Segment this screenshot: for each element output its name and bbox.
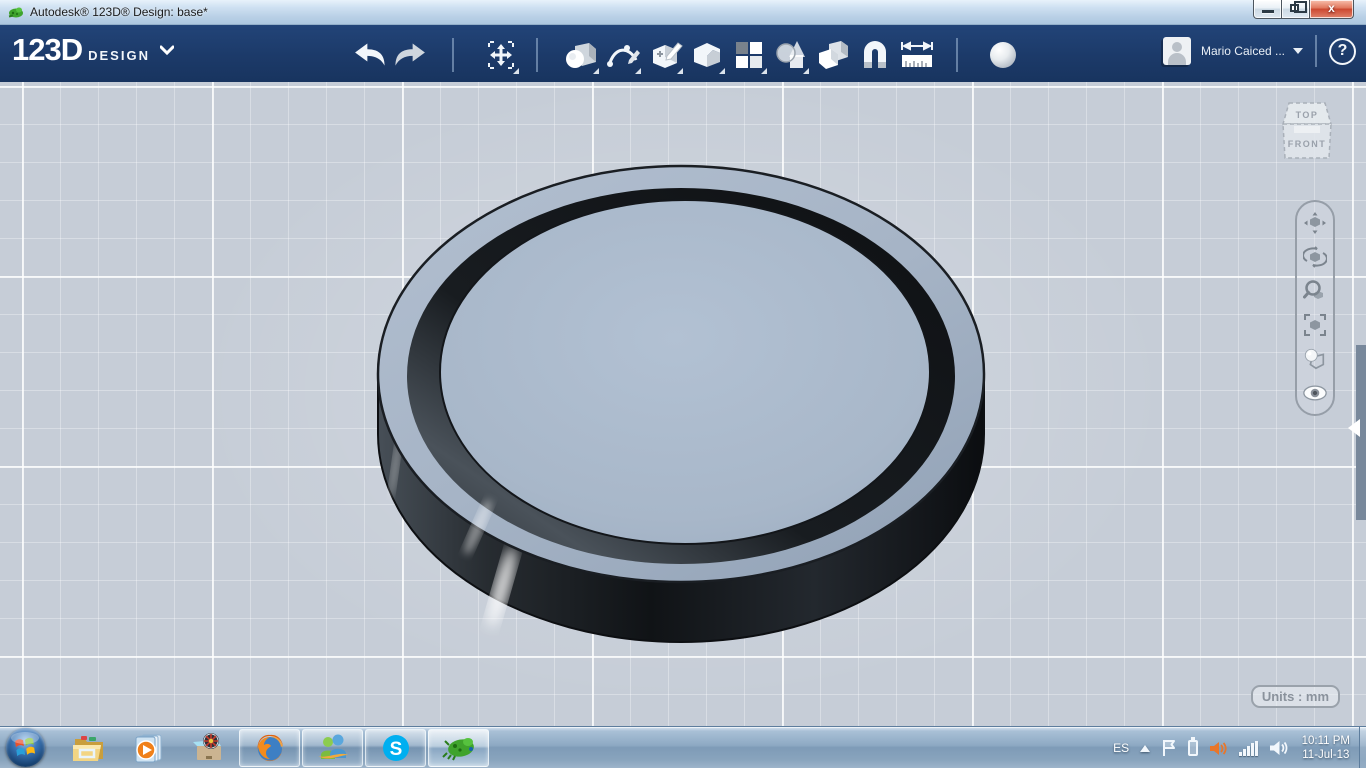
volume-icon[interactable]	[1269, 739, 1289, 757]
volume-mixer-icon[interactable]	[1209, 740, 1228, 757]
windows-taskbar: S ES 10:11 PM 11-Jul-13	[0, 726, 1366, 768]
main-toolbar	[350, 33, 1022, 77]
viewcube-front-face[interactable]: FRONT	[1288, 139, 1327, 149]
show-desktop-button[interactable]	[1359, 727, 1366, 768]
model-base-disc[interactable]	[0, 82, 1366, 726]
app-icon	[8, 7, 23, 18]
material-sphere-icon	[990, 42, 1016, 68]
help-glyph: ?	[1337, 42, 1348, 59]
construct-tool-button[interactable]	[646, 36, 684, 74]
primitives-tool-button[interactable]	[562, 36, 600, 74]
action-center-flag-icon[interactable]	[1161, 739, 1177, 757]
sketch-tool-button[interactable]	[604, 36, 642, 74]
side-panel-tab[interactable]	[1348, 345, 1366, 520]
start-button[interactable]	[6, 728, 45, 767]
panel-expand-arrow-icon	[1348, 419, 1360, 437]
visibility-eye-icon[interactable]	[1303, 381, 1327, 405]
pan-icon[interactable]	[1303, 211, 1327, 235]
undo-button[interactable]	[350, 36, 388, 74]
view-cube[interactable]: TOP FRONT	[1278, 98, 1336, 164]
user-name[interactable]: Mario Caiced ...	[1201, 44, 1285, 58]
taskbar-item-firefox[interactable]	[239, 728, 300, 767]
measure-tool-button[interactable]	[898, 36, 936, 74]
user-avatar[interactable]	[1162, 37, 1191, 65]
close-button[interactable]: x	[1309, 0, 1354, 19]
brand-sub-text: DESIGN	[88, 48, 150, 63]
svg-text:S: S	[389, 739, 402, 760]
network-signal-icon[interactable]	[1239, 740, 1258, 756]
view-navigation-bar	[1295, 200, 1335, 416]
brand-text: 123D	[12, 32, 83, 67]
language-indicator[interactable]: ES	[1113, 741, 1129, 755]
viewport-canvas[interactable]: TOP FRONT Units: mm	[0, 82, 1366, 726]
display-settings-icon[interactable]	[1303, 347, 1327, 371]
taskbar-clock[interactable]: 10:11 PM 11-Jul-13	[1302, 734, 1350, 762]
zoom-icon[interactable]	[1303, 279, 1327, 303]
toolbar-separator	[452, 38, 454, 72]
app-toolbar: 123D DESIGN Mario Caiced ... ?	[0, 25, 1366, 82]
restore-button[interactable]	[1281, 0, 1310, 19]
toolbar-separator	[536, 38, 538, 72]
clock-time: 10:11 PM	[1301, 735, 1350, 747]
app-logo-menu[interactable]: 123D DESIGN	[12, 32, 174, 68]
orbit-icon[interactable]	[1303, 245, 1327, 269]
fit-view-icon[interactable]	[1303, 313, 1327, 337]
toolbar-separator	[1315, 35, 1317, 67]
taskbar-item-skype[interactable]: S	[365, 728, 426, 767]
help-button[interactable]: ?	[1329, 37, 1356, 65]
taskbar-item-123d-design[interactable]	[428, 728, 489, 767]
clock-date: 11-Jul-13	[1302, 749, 1350, 761]
viewcube-top-face[interactable]: TOP	[1296, 110, 1319, 120]
user-dropdown-caret-icon[interactable]	[1293, 48, 1303, 54]
taskbar-item-messenger[interactable]	[302, 728, 363, 767]
combine-tool-button[interactable]	[814, 36, 852, 74]
window-titlebar[interactable]: Autodesk® 123D® Design: base* x	[0, 0, 1366, 25]
desktop: Autodesk® 123D® Design: base* x 123D DES…	[0, 0, 1366, 768]
taskbar-item-windows-explorer[interactable]	[72, 731, 106, 765]
battery-icon[interactable]	[1188, 737, 1199, 756]
taskbar-item-box-app[interactable]	[192, 731, 226, 765]
show-hidden-icons-button[interactable]	[1140, 744, 1151, 752]
pattern-tool-button[interactable]	[730, 36, 768, 74]
minimize-button[interactable]	[1253, 0, 1282, 19]
transform-tool-button[interactable]	[482, 36, 520, 74]
chevron-down-icon	[159, 44, 174, 56]
snap-tool-button[interactable]	[856, 36, 894, 74]
units-indicator[interactable]: Units : mm	[1250, 685, 1340, 708]
grouping-tool-button[interactable]	[772, 36, 810, 74]
window-title: Autodesk® 123D® Design: base*	[30, 5, 208, 19]
taskbar-item-windows-media-player[interactable]	[132, 731, 166, 765]
system-tray: ES 10:11 PM 11-Jul-13	[1113, 727, 1366, 768]
modify-tool-button[interactable]	[688, 36, 726, 74]
redo-button[interactable]	[392, 36, 430, 74]
toolbar-separator	[956, 38, 958, 72]
material-tool-button[interactable]	[984, 36, 1022, 74]
